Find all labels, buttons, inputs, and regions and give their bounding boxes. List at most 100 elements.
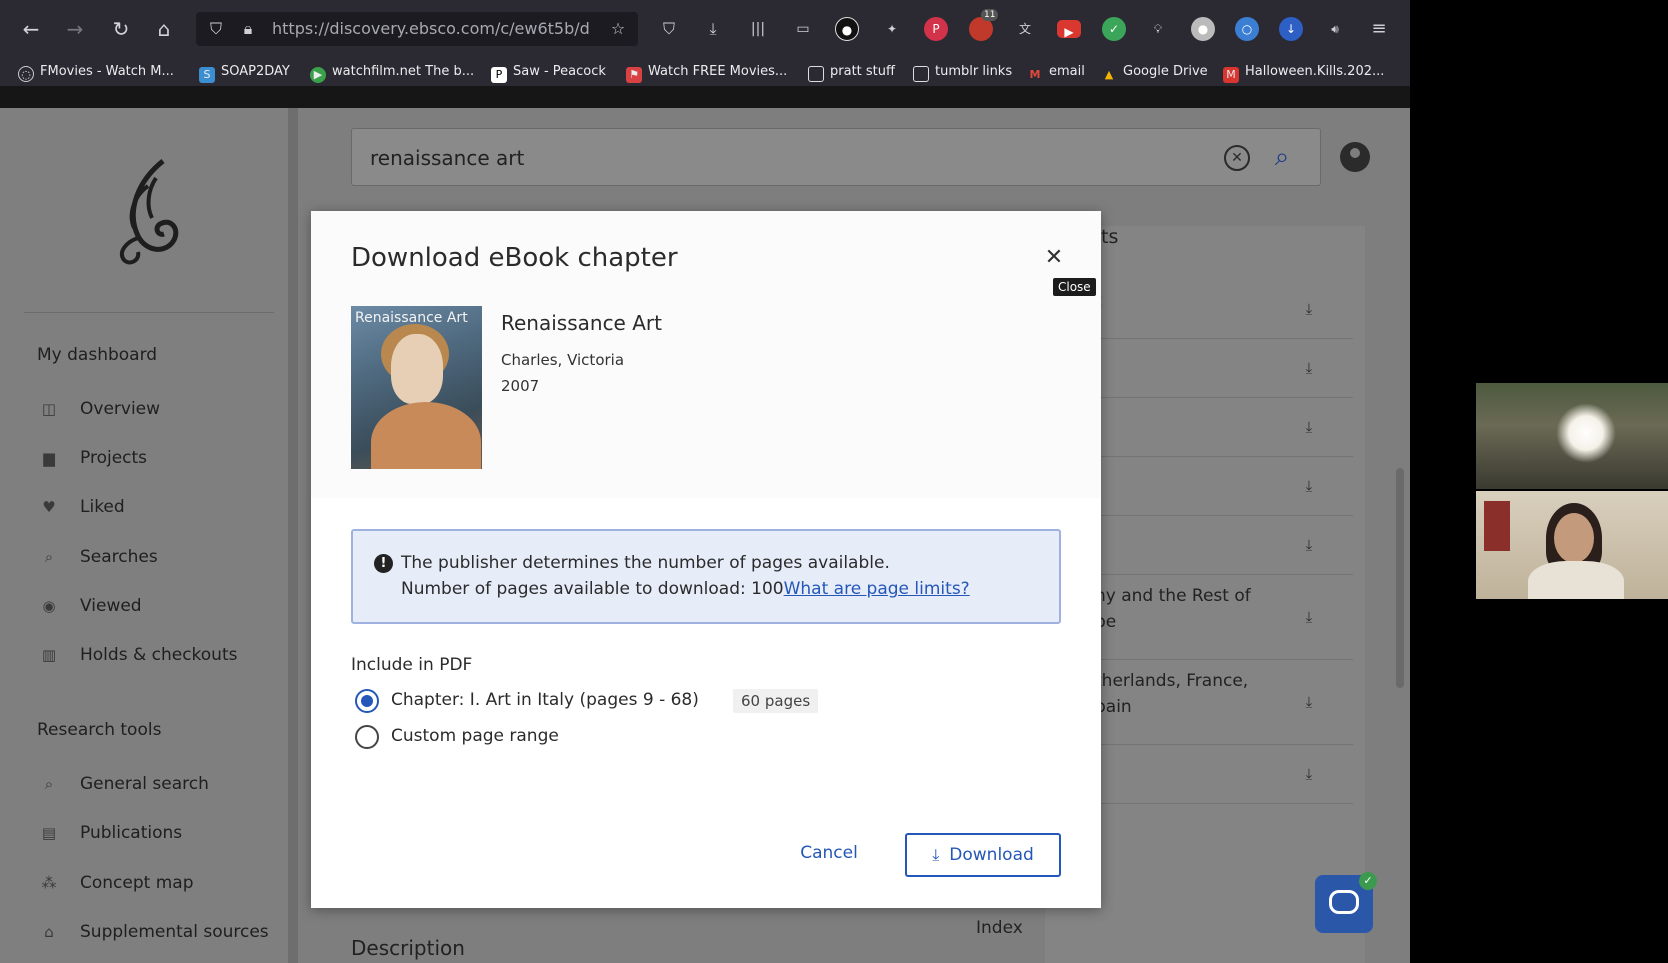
sidebar-item-concept-map[interactable]: ⁂ Concept map [38, 868, 288, 898]
bookmark-google-drive[interactable]: ▲ Google Drive [1101, 58, 1208, 86]
globe-icon: ◌ [18, 66, 34, 82]
sidebar-item-projects[interactable]: ▆ Projects [38, 443, 288, 473]
overview-icon: ◫ [41, 400, 57, 418]
m-icon: M [1223, 67, 1239, 83]
search-box: ✕ ⌕ [351, 128, 1321, 187]
bookmark-halloween[interactable]: M Halloween.Kills.202... [1223, 58, 1384, 86]
download-icon[interactable]: ⤓ [1301, 608, 1317, 626]
option-custom-range[interactable]: Custom page range [355, 723, 955, 751]
forward-arrow-icon[interactable]: → [60, 14, 90, 44]
close-icon[interactable]: ✕ [1039, 243, 1069, 273]
folder-icon [808, 66, 824, 82]
page-count-badge: 60 pages [733, 689, 819, 713]
bookmark-star-icon[interactable]: ☆ [606, 16, 630, 42]
chat-bubble-icon [1329, 890, 1359, 914]
lock-icon[interactable]: 🔒︎ [236, 16, 260, 42]
person-face [1554, 513, 1594, 563]
page-limits-link[interactable]: What are page limits? [784, 579, 970, 599]
sidebar-divider [24, 312, 274, 313]
document-icon: ▤ [41, 824, 57, 842]
back-arrow-icon[interactable]: ← [16, 14, 46, 44]
chapter-radio[interactable] [355, 689, 379, 713]
sidebar-item-searches[interactable]: ⌕ Searches [38, 542, 288, 572]
download-icon[interactable]: ⤓ [1301, 359, 1317, 377]
toc-heading-fragment: ts [1101, 226, 1119, 248]
notification-count: 11 [981, 9, 999, 21]
pinterest-icon[interactable]: P [924, 17, 948, 41]
description-heading: Description [351, 936, 465, 960]
pocket-icon[interactable]: ⛉ [657, 17, 681, 41]
book-year: 2007 [501, 377, 540, 395]
download-icon[interactable]: ⤓ [1301, 765, 1317, 783]
lightbulb-icon[interactable]: 💡︎ [1146, 17, 1170, 41]
bookmark-watchfilm[interactable]: ▶ watchfilm.net The b... [310, 58, 474, 86]
account-avatar-icon[interactable] [1340, 142, 1370, 172]
s-icon: S [199, 67, 215, 83]
my-dashboard-heading: My dashboard [37, 345, 158, 365]
address-bar[interactable]: ⛉ 🔒︎ https://discovery.ebsco.com/c/ew6t5… [196, 12, 638, 46]
extension-grey-icon[interactable]: ● [1191, 17, 1215, 41]
sidebar-item-holds-checkouts[interactable]: ▥ Holds & checkouts [38, 640, 288, 670]
page-top-strip [0, 86, 1410, 108]
info-text-line1: The publisher determines the number of p… [401, 553, 890, 573]
sidebar-item-publications[interactable]: ▤ Publications [38, 818, 288, 848]
sidebar: My dashboard ◫ Overview ▆ Projects ♥ Liked … [0, 108, 298, 963]
chapter-radio-label[interactable]: Chapter: I. Art in Italy (pages 9 - 68) [391, 690, 699, 710]
download-icon[interactable]: ⤓ [1301, 300, 1317, 318]
download-icon[interactable]: ⤓ [1301, 477, 1317, 495]
url-text[interactable]: https://discovery.ebsco.com/c/ew6t5b/d [272, 12, 592, 46]
shield-icon[interactable]: ⛉ [204, 16, 228, 42]
folder-icon: ▆ [43, 449, 55, 467]
sidebar-item-general-search[interactable]: ⌕ General search [38, 769, 288, 799]
search-icon[interactable]: ⌕ [1266, 141, 1298, 173]
cover-title-text: Renaissance Art [355, 310, 468, 326]
download-icon[interactable]: ⤓ [1301, 418, 1317, 436]
sidebar-item-supplemental-sources[interactable]: ⌂ Supplemental sources [38, 917, 288, 947]
extension-blue-icon[interactable]: ↓ [1279, 17, 1303, 41]
reload-icon[interactable]: ↻ [106, 14, 136, 44]
include-in-pdf-label: Include in PDF [351, 655, 473, 675]
extension-puzzle-icon[interactable]: ✦ [880, 17, 904, 41]
bookmark-peacock[interactable]: P Saw - Peacock [491, 58, 606, 86]
adblock-shield-icon[interactable]: ✓ [1102, 17, 1126, 41]
drive-icon: ▲ [1104, 68, 1114, 81]
home-icon[interactable]: ⌂ [149, 14, 179, 44]
bookmark-soap2day[interactable]: S SOAP2DAY [199, 58, 290, 86]
webcam-feed-top [1476, 383, 1668, 489]
download-icon[interactable]: ⤓ [701, 17, 725, 41]
cancel-button[interactable]: Cancel [779, 835, 879, 871]
video-extension-icon[interactable]: ▶ [1057, 20, 1081, 39]
custom-range-radio[interactable] [355, 725, 379, 749]
download-button-label: Download [949, 845, 1034, 865]
download-icon[interactable]: ⤓ [1301, 693, 1317, 711]
extension-blue-circle-icon[interactable]: ○ [1235, 17, 1259, 41]
bookmark-email[interactable]: Memail [1027, 58, 1085, 86]
page-limit-info-box: ! The publisher determines the number of… [351, 529, 1061, 624]
bookmark-watch-free[interactable]: ⚑ Watch FREE Movies... [626, 58, 787, 86]
sidebar-toggle-icon[interactable]: ▭ [791, 17, 815, 41]
sidebar-item-overview[interactable]: ◫ Overview [38, 394, 288, 424]
bookmark-folder-tumblr[interactable]: tumblr links [913, 58, 1012, 86]
bookmarks-bar: ◌ FMovies - Watch M... S SOAP2DAY ▶ watchfi… [0, 58, 1410, 86]
sidebar-item-liked[interactable]: ♥ Liked [38, 492, 288, 522]
download-button[interactable]: ⤓ Download [905, 833, 1061, 877]
extension-dark-icon[interactable]: ● [835, 17, 859, 41]
library-icon[interactable]: ||| [746, 17, 770, 41]
extension-notify-icon[interactable]: 11 [969, 9, 999, 41]
bookmark-fmovies[interactable]: ◌ FMovies - Watch M... [18, 58, 174, 86]
cover-face-shape [391, 334, 443, 404]
toc-index-label[interactable]: Index [976, 918, 1023, 938]
bookmark-folder-pratt[interactable]: pratt stuff [808, 58, 895, 86]
download-icon[interactable]: ⤓ [1301, 536, 1317, 554]
option-chapter[interactable]: Chapter: I. Art in Italy (pages 9 - 68) … [355, 687, 955, 715]
info-text-line2: Number of pages available to download: 1… [401, 579, 970, 599]
custom-range-radio-label[interactable]: Custom page range [391, 726, 559, 746]
speaker-icon[interactable]: 🔊︎ [1323, 17, 1347, 41]
page-scrollbar[interactable] [1396, 468, 1404, 688]
search-icon: ⌕ [44, 548, 54, 566]
clear-search-icon[interactable]: ✕ [1224, 145, 1250, 171]
search-input[interactable] [370, 129, 1170, 187]
translate-icon[interactable]: 文 [1013, 17, 1037, 41]
sidebar-item-viewed[interactable]: ◉ Viewed [38, 591, 288, 621]
hamburger-menu-icon[interactable]: ≡ [1367, 17, 1391, 41]
